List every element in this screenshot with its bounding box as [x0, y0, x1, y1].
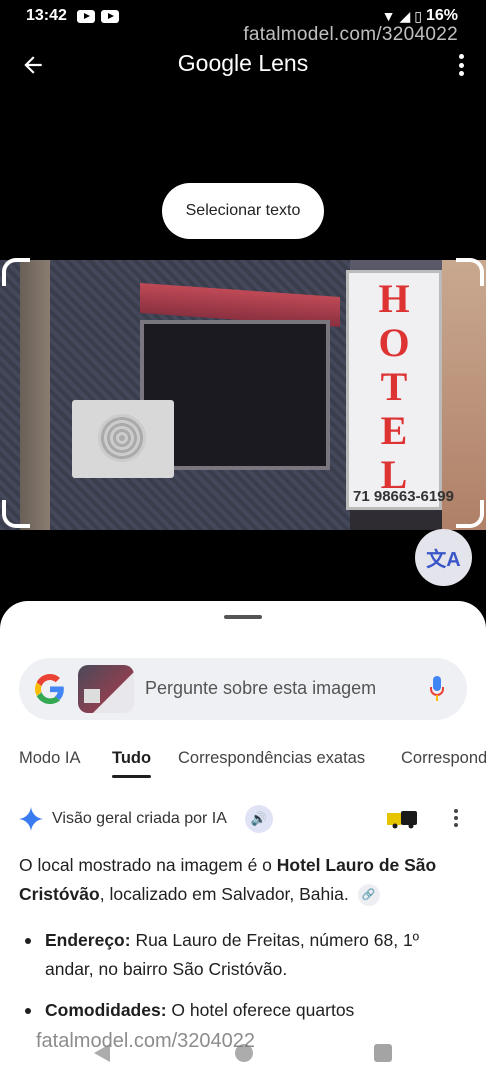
- search-input[interactable]: Pergunte sobre esta imagem: [145, 678, 376, 699]
- signal-icon: ◢: [399, 7, 411, 24]
- results-sheet: Pergunte sobre esta imagem Modo IA Tudo …: [0, 601, 486, 1080]
- translate-button[interactable]: 文A: [415, 529, 472, 586]
- ai-overview-header: Visão geral criada por IA 🔊: [19, 805, 469, 833]
- captured-image[interactable]: H O T E L 71 98663-6199: [0, 260, 486, 530]
- list-item: Endereço: Rua Lauro de Freitas, número 6…: [19, 926, 459, 984]
- youtube-icon: [100, 9, 119, 23]
- source-logo[interactable]: [385, 807, 421, 829]
- microphone-icon[interactable]: [430, 676, 444, 702]
- intro-text: O local mostrado na imagem é o: [19, 855, 277, 875]
- ai-overview-title: Visão geral criada por IA: [52, 810, 227, 827]
- result-tabs: Modo IA Tudo Correspondências exatas Cor…: [0, 741, 486, 781]
- status-time: 13:42: [26, 7, 67, 24]
- sign-letter: T: [380, 364, 408, 409]
- select-text-button[interactable]: Selecionar texto: [162, 183, 324, 239]
- battery-icon: ▯: [414, 7, 422, 24]
- google-logo-icon: [35, 674, 64, 704]
- crop-handle-bottom-left[interactable]: [2, 500, 30, 528]
- ai-overview-text: O local mostrado na imagem é o Hotel Lau…: [19, 851, 459, 909]
- bullet-label: Comodidades:: [45, 1000, 167, 1020]
- intro-text: , localizado em Salvador, Bahia.: [99, 884, 349, 904]
- ai-overview-bullets: Endereço: Rua Lauro de Freitas, número 6…: [19, 926, 459, 1037]
- sign-letter: E: [380, 408, 408, 453]
- tab-modo-ia[interactable]: Modo IA: [19, 749, 80, 768]
- gemini-sparkle-icon: [19, 807, 43, 831]
- hotel-sign: H O T E L 71 98663-6199: [346, 270, 454, 510]
- battery-percent: 16%: [425, 7, 458, 24]
- wifi-icon: ▼: [381, 8, 396, 24]
- more-options-icon[interactable]: [458, 54, 464, 76]
- title-google: Google: [177, 50, 252, 76]
- crop-handle-bottom-right[interactable]: [456, 500, 484, 528]
- title-lens: Lens: [258, 50, 309, 76]
- nav-recents-icon[interactable]: [374, 1044, 392, 1062]
- search-bar[interactable]: Pergunte sobre esta imagem: [19, 658, 467, 720]
- status-notification-icons: [76, 9, 119, 23]
- sign-letter: O: [378, 320, 410, 365]
- drag-handle[interactable]: [224, 615, 262, 619]
- app-title: Google Lens: [0, 50, 486, 77]
- translate-icon: 文A: [426, 549, 461, 571]
- watermark: fatalmodel.com/3204022: [243, 24, 458, 45]
- bullet-label: Endereço:: [45, 930, 131, 950]
- youtube-icon: [76, 9, 95, 23]
- top-bar: Google Lens: [0, 44, 486, 88]
- tab-tudo[interactable]: Tudo: [112, 749, 152, 778]
- sign-phone: 71 98663-6199: [353, 488, 454, 505]
- crop-handle-top-left[interactable]: [2, 258, 30, 286]
- more-options-icon[interactable]: [453, 809, 459, 827]
- sign-letter: H: [378, 276, 410, 321]
- tab-correspondencias[interactable]: Correspondências: [401, 749, 486, 768]
- link-icon[interactable]: 🔗: [357, 884, 380, 907]
- speaker-icon[interactable]: 🔊: [244, 805, 273, 833]
- tab-correspondencias-exatas[interactable]: Correspondências exatas: [178, 749, 365, 768]
- crop-handle-top-right[interactable]: [456, 258, 484, 286]
- status-system-icons: ▼ ◢ ▯ 16%: [382, 7, 458, 25]
- list-item: Comodidades: O hotel oferece quartos: [19, 996, 459, 1025]
- air-conditioner: [72, 400, 174, 478]
- bullet-text: O hotel oferece quartos: [166, 1000, 355, 1020]
- watermark: fatalmodel.com/3204022: [36, 1030, 256, 1052]
- image-thumbnail[interactable]: [78, 665, 134, 713]
